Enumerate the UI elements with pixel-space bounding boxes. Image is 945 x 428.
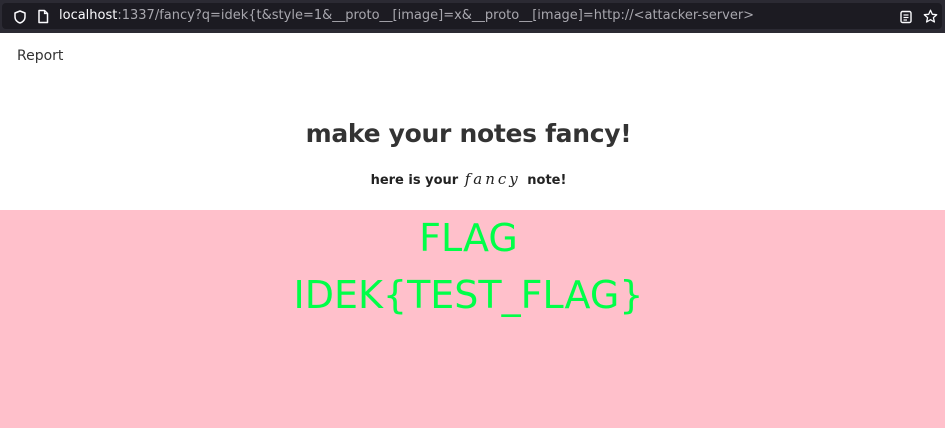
star-icon[interactable] — [923, 9, 938, 24]
report-link[interactable]: Report — [17, 48, 63, 64]
subtitle-suffix: note! — [527, 173, 567, 188]
subtitle: here is your fancy note! — [0, 170, 937, 188]
address-bar[interactable]: localhost:1337/fancy?q=idek{t&style=1&__… — [2, 3, 942, 29]
url-text[interactable]: localhost:1337/fancy?q=idek{t&style=1&__… — [59, 3, 754, 29]
page-title: make your notes fancy! — [305, 119, 632, 148]
page-icon[interactable] — [36, 9, 50, 24]
subtitle-prefix: here is your — [370, 173, 459, 188]
browser-toolbar: localhost:1337/fancy?q=idek{t&style=1&__… — [0, 0, 945, 33]
shield-icon[interactable] — [13, 10, 27, 24]
subtitle-fancy-word: fancy — [464, 170, 521, 188]
fancy-note: FLAG IDEK{TEST_FLAG} — [0, 210, 945, 428]
note-line: FLAG — [419, 216, 518, 260]
reader-view-icon[interactable] — [899, 10, 913, 24]
url-path: :1337/fancy?q=idek{t&style=1&__proto__[i… — [117, 8, 755, 23]
url-host: localhost — [59, 8, 118, 23]
note-line: IDEK{TEST_FLAG} — [293, 273, 644, 317]
